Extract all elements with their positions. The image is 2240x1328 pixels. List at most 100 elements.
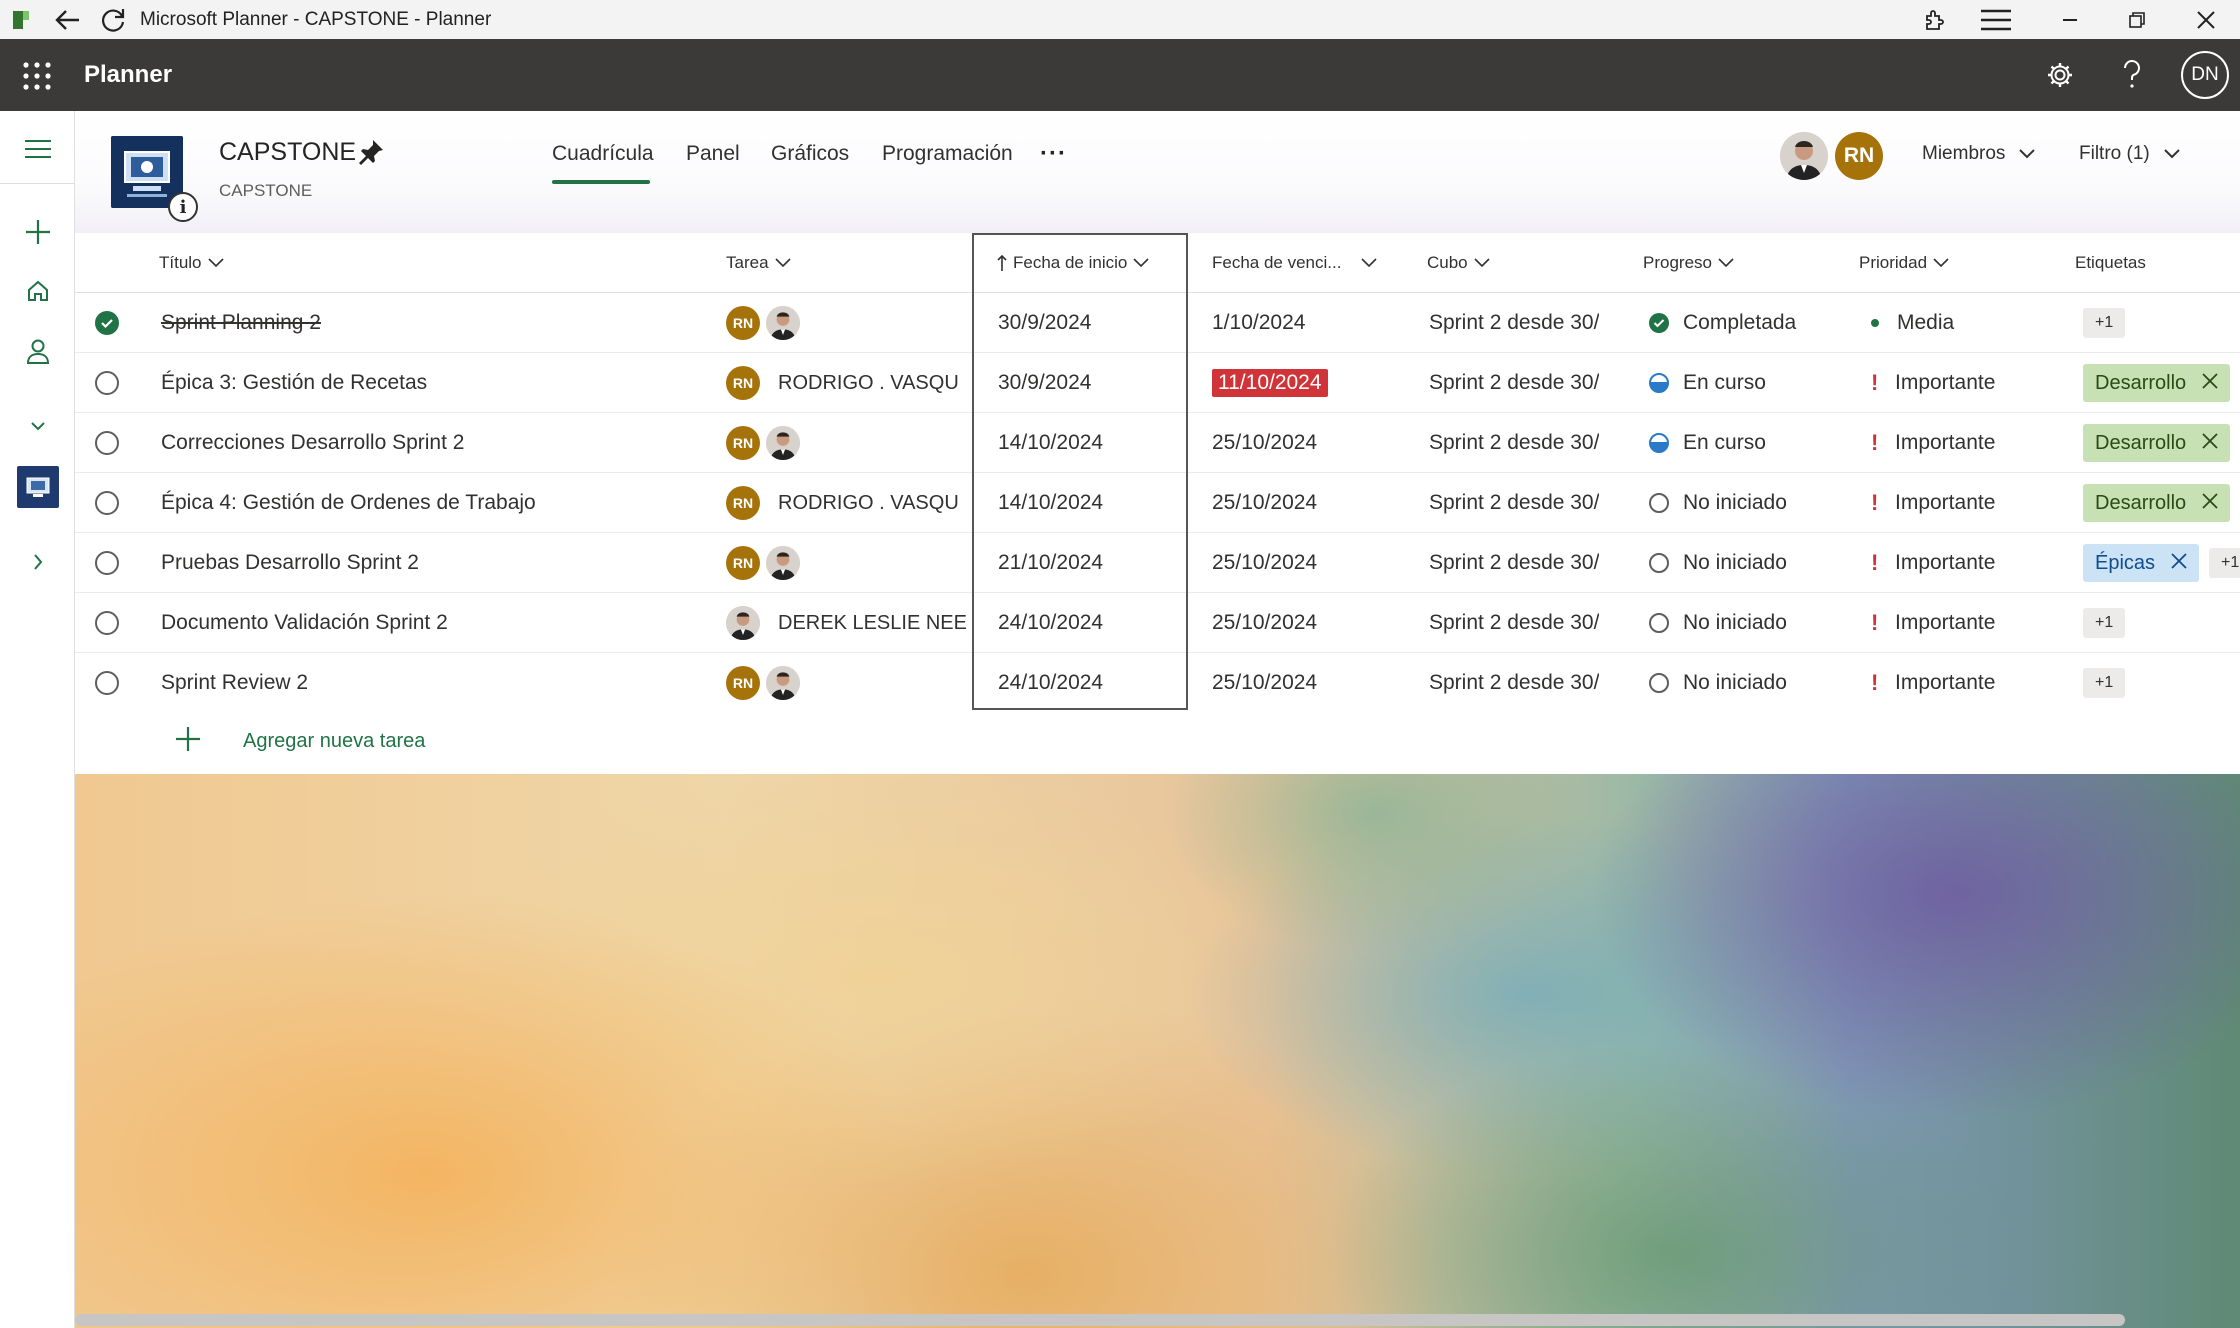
label-chip[interactable]: Desarrollo — [2083, 424, 2231, 462]
remove-label-icon[interactable] — [2202, 492, 2218, 515]
priority[interactable]: ! Importante — [1865, 353, 2065, 413]
progress[interactable]: En curso — [1649, 413, 1849, 473]
complete-checkbox[interactable] — [95, 611, 119, 635]
complete-checkbox[interactable] — [95, 431, 119, 455]
priority[interactable]: ! Importante — [1865, 473, 2065, 533]
task-row[interactable]: Pruebas Desarrollo Sprint 2 RN 21/10/202… — [75, 533, 2240, 593]
column-progress[interactable]: Progreso — [1643, 233, 1734, 293]
priority[interactable]: ! Importante — [1865, 413, 2065, 473]
priority[interactable]: ! Importante — [1865, 533, 2065, 593]
start-date[interactable]: 24/10/2024 — [998, 653, 1178, 713]
close-icon[interactable] — [2186, 0, 2226, 39]
back-icon[interactable] — [52, 0, 84, 39]
task-title[interactable]: Sprint Review 2 — [161, 653, 721, 713]
priority[interactable]: Media — [1865, 293, 2065, 353]
column-assigned[interactable]: Tarea — [726, 233, 791, 293]
progress[interactable]: Completada — [1649, 293, 1849, 353]
due-date[interactable]: 1/10/2024 — [1212, 293, 1412, 353]
progress[interactable]: No iniciado — [1649, 593, 1849, 653]
due-date[interactable]: 25/10/2024 — [1212, 593, 1412, 653]
task-assignees[interactable]: RN — [726, 533, 966, 593]
progress[interactable]: No iniciado — [1649, 653, 1849, 713]
complete-checkbox[interactable] — [95, 371, 119, 395]
more-labels-badge[interactable]: +1 — [2083, 308, 2126, 338]
app-name[interactable]: Planner — [84, 39, 172, 111]
app-launcher-icon[interactable] — [22, 61, 52, 91]
bucket[interactable]: Sprint 2 desde 30/ — [1429, 293, 1599, 353]
more-labels-badge[interactable]: +1 — [2083, 608, 2126, 638]
bucket[interactable]: Sprint 2 desde 30/ — [1429, 653, 1599, 713]
due-date[interactable]: 25/10/2024 — [1212, 653, 1412, 713]
task-assignees[interactable]: DEREK LESLIE NEEI — [726, 593, 966, 653]
task-assignees[interactable]: RN RODRIGO . VASQU — [726, 353, 966, 413]
remove-label-icon[interactable] — [2202, 372, 2218, 395]
bucket[interactable]: Sprint 2 desde 30/ — [1429, 413, 1599, 473]
start-date[interactable]: 21/10/2024 — [998, 533, 1178, 593]
task-title[interactable]: Correcciones Desarrollo Sprint 2 — [161, 413, 721, 473]
due-date[interactable]: 25/10/2024 — [1212, 413, 1412, 473]
help-icon[interactable] — [2110, 53, 2154, 97]
labels[interactable]: Desarrollo — [2083, 473, 2240, 533]
label-chip[interactable]: Desarrollo — [2083, 364, 2231, 402]
tab-schedule[interactable]: Programación — [882, 142, 1013, 166]
tab-board[interactable]: Panel — [686, 142, 740, 166]
column-bucket[interactable]: Cubo — [1427, 233, 1490, 293]
start-date[interactable]: 30/9/2024 — [998, 353, 1178, 413]
filter-dropdown[interactable]: Filtro (1) — [2079, 143, 2180, 165]
labels[interactable]: +1 — [2083, 293, 2240, 353]
home-icon[interactable] — [0, 266, 75, 316]
column-start-date[interactable]: Fecha de inicio — [997, 233, 1149, 293]
more-labels-badge[interactable]: +1 — [2209, 548, 2240, 578]
column-title[interactable]: Título — [159, 233, 224, 293]
column-due-date[interactable]: Fecha de venci... — [1212, 233, 1378, 293]
task-assignees[interactable]: RN — [726, 293, 966, 353]
labels[interactable]: Desarrollo — [2083, 413, 2240, 473]
task-title[interactable]: Épica 4: Gestión de Ordenes de Trabajo — [161, 473, 721, 533]
complete-checkbox[interactable] — [95, 551, 119, 575]
hamburger-icon[interactable] — [0, 124, 75, 174]
tab-charts[interactable]: Gráficos — [771, 142, 849, 166]
task-row[interactable]: Épica 3: Gestión de Recetas RN RODRIGO . … — [75, 353, 2240, 413]
plan-thumbnail-icon[interactable] — [0, 462, 75, 512]
priority[interactable]: ! Importante — [1865, 653, 2065, 713]
more-tabs-icon[interactable]: ··· — [1040, 140, 1067, 168]
bucket[interactable]: Sprint 2 desde 30/ — [1429, 533, 1599, 593]
pin-icon[interactable] — [357, 138, 385, 171]
task-row[interactable]: Sprint Review 2 RN 24/10/2024 25/10/2024… — [75, 653, 2240, 713]
start-date[interactable]: 14/10/2024 — [998, 473, 1178, 533]
minimize-icon[interactable] — [2050, 0, 2090, 39]
task-title[interactable]: Épica 3: Gestión de Recetas — [161, 353, 721, 413]
due-date[interactable]: 25/10/2024 — [1212, 533, 1412, 593]
labels[interactable]: +1 — [2083, 593, 2240, 653]
add-task-row[interactable]: Agregar nueva tarea — [75, 710, 2240, 773]
completed-check-icon[interactable] — [95, 311, 119, 335]
my-tasks-icon[interactable] — [0, 326, 75, 376]
labels[interactable]: Épicas +1 — [2083, 533, 2240, 593]
due-date[interactable]: 25/10/2024 — [1212, 473, 1412, 533]
chevron-right-icon[interactable] — [0, 537, 75, 587]
members-dropdown[interactable]: Miembros — [1922, 143, 2036, 165]
priority[interactable]: ! Importante — [1865, 593, 2065, 653]
bucket[interactable]: Sprint 2 desde 30/ — [1429, 593, 1599, 653]
bucket[interactable]: Sprint 2 desde 30/ — [1429, 353, 1599, 413]
task-title[interactable]: Sprint Planning 2 — [161, 293, 721, 353]
remove-label-icon[interactable] — [2171, 552, 2187, 575]
due-date[interactable]: 11/10/2024 — [1212, 353, 1412, 413]
task-title[interactable]: Pruebas Desarrollo Sprint 2 — [161, 533, 721, 593]
column-labels[interactable]: Etiquetas — [2075, 233, 2146, 293]
task-row[interactable]: Épica 4: Gestión de Ordenes de Trabajo R… — [75, 473, 2240, 533]
restore-icon[interactable] — [2117, 0, 2157, 39]
task-assignees[interactable]: RN — [726, 653, 966, 713]
chevron-down-icon[interactable] — [0, 401, 75, 451]
progress[interactable]: No iniciado — [1649, 533, 1849, 593]
task-row[interactable]: Sprint Planning 2 RN 30/9/2024 1/10/2024… — [75, 293, 2240, 353]
remove-label-icon[interactable] — [2202, 432, 2218, 455]
menu-icon[interactable] — [1976, 0, 2016, 39]
start-date[interactable]: 30/9/2024 — [998, 293, 1178, 353]
start-date[interactable]: 24/10/2024 — [998, 593, 1178, 653]
task-row[interactable]: Correcciones Desarrollo Sprint 2 RN 14/1… — [75, 413, 2240, 473]
member-avatar-photo[interactable] — [1780, 132, 1828, 180]
complete-checkbox[interactable] — [95, 491, 119, 515]
horizontal-scrollbar[interactable] — [75, 1314, 2125, 1326]
more-labels-badge[interactable]: +1 — [2083, 668, 2126, 698]
